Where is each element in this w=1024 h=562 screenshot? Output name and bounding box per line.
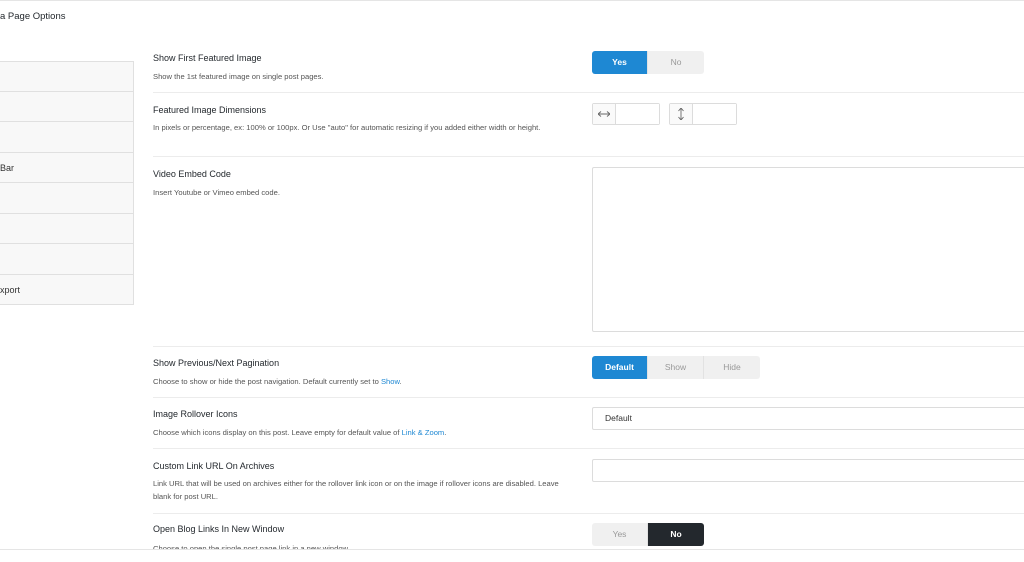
show-button[interactable]: Show [648,356,704,379]
option-description: Choose to show or hide the post navigati… [153,377,402,386]
link-zoom-link[interactable]: Link & Zoom [402,428,445,437]
new-window-toggle: Yes No [592,523,704,546]
sidebar-item-7[interactable] [0,244,134,275]
rollover-icons-select[interactable]: Default [592,407,1024,430]
panel-title: a Page Options [0,11,66,22]
bottom-divider [0,549,1024,550]
show-link[interactable]: Show [381,377,400,386]
no-button[interactable]: No [648,523,704,546]
option-row-featured-image: Show First Featured Image Show the 1st f… [153,45,1024,93]
width-input[interactable] [616,104,659,124]
video-embed-textarea[interactable] [592,167,1024,332]
top-divider [0,0,1024,1]
options-sidebar: Bar xport [0,61,134,305]
yes-button[interactable]: Yes [592,523,648,546]
height-field [669,103,737,125]
sidebar-item-bar[interactable]: Bar [0,152,134,183]
sidebar-item-6[interactable] [0,213,134,244]
option-label: Custom Link URL On Archives [153,461,275,471]
sidebar-item-2[interactable] [0,91,134,122]
option-description: Insert Youtube or Vimeo embed code. [153,188,280,197]
option-description: In pixels or percentage, ex: 100% or 100… [153,123,541,132]
featured-image-toggle: Yes No [592,51,704,74]
default-button[interactable]: Default [592,356,648,379]
option-label: Featured Image Dimensions [153,105,267,115]
yes-button[interactable]: Yes [592,51,648,74]
horizontal-arrows-icon [593,104,616,124]
option-label: Video Embed Code [153,169,231,179]
option-row-pagination: Show Previous/Next Pagination Choose to … [153,347,1024,398]
vertical-arrows-icon [670,104,693,124]
sidebar-item-3[interactable] [0,122,134,153]
custom-link-input[interactable] [592,459,1024,482]
no-button[interactable]: No [648,51,704,74]
sidebar-item-5[interactable] [0,183,134,214]
height-input[interactable] [693,104,736,124]
option-row-new-window: Open Blog Links In New Window Choose to … [153,514,1024,550]
width-field [592,103,660,125]
option-label: Show First Featured Image [153,53,262,63]
pagination-toggle: Default Show Hide [592,356,760,379]
option-description: Link URL that will be used on archives e… [153,479,559,501]
option-description: Show the 1st featured image on single po… [153,72,324,81]
option-row-dimensions: Featured Image Dimensions In pixels or p… [153,93,1024,157]
option-label: Open Blog Links In New Window [153,524,285,534]
option-label: Show Previous/Next Pagination [153,358,280,368]
sidebar-item-export[interactable]: xport [0,274,134,305]
option-description: Choose which icons display on this post.… [153,428,447,437]
option-label: Image Rollover Icons [153,409,238,419]
sidebar-item-1[interactable] [0,61,134,92]
hide-button[interactable]: Hide [704,356,760,379]
